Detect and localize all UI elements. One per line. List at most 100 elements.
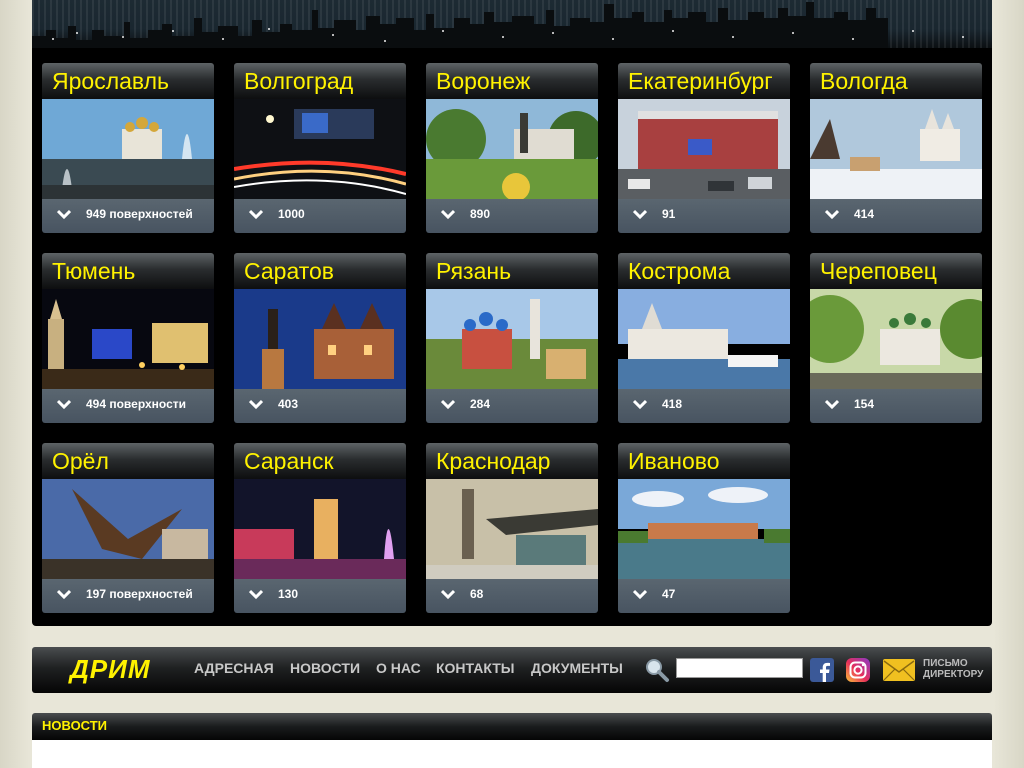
city-photo[interactable] bbox=[426, 99, 598, 199]
city-title[interactable]: Орёл bbox=[42, 443, 214, 479]
city-card-ryazan[interactable]: Рязань 284 bbox=[426, 253, 598, 423]
chevron-down-icon bbox=[441, 209, 455, 220]
surface-count: 949 поверхностей bbox=[86, 207, 193, 221]
city-count-row[interactable]: 130 bbox=[234, 579, 406, 613]
city-count-row[interactable]: 284 bbox=[426, 389, 598, 423]
surface-count: 403 bbox=[278, 397, 299, 411]
facebook-icon[interactable] bbox=[810, 658, 834, 682]
chevron-down-icon bbox=[633, 399, 647, 410]
city-photo[interactable] bbox=[810, 289, 982, 389]
city-card-volgograd[interactable]: Волгоград 1000 bbox=[234, 63, 406, 233]
city-count-row[interactable]: 68 bbox=[426, 579, 598, 613]
city-card-ekaterinburg[interactable]: Екатеринбург 91 bbox=[618, 63, 790, 233]
city-card-saratov[interactable]: Саратов 403 bbox=[234, 253, 406, 423]
surface-count: 197 поверхностей bbox=[86, 587, 193, 601]
letter-label-line2: ДИРЕКТОРУ bbox=[923, 669, 984, 680]
city-photo[interactable] bbox=[42, 99, 214, 199]
city-title[interactable]: Волгоград bbox=[234, 63, 406, 99]
nav-item-contacts[interactable]: КОНТАКТЫ bbox=[436, 660, 514, 676]
city-count-row[interactable]: 403 bbox=[234, 389, 406, 423]
city-count-row[interactable]: 1000 bbox=[234, 199, 406, 233]
city-title[interactable]: Иваново bbox=[618, 443, 790, 479]
city-title[interactable]: Екатеринбург bbox=[618, 63, 790, 99]
surface-count: 890 bbox=[470, 207, 491, 221]
nav-item-address[interactable]: АДРЕСНАЯ bbox=[194, 660, 274, 676]
chevron-down-icon bbox=[441, 399, 455, 410]
chevron-down-icon bbox=[57, 399, 71, 410]
surface-count: 68 bbox=[470, 587, 484, 601]
city-count-row[interactable]: 494 поверхности bbox=[42, 389, 214, 423]
city-count-row[interactable]: 91 bbox=[618, 199, 790, 233]
city-photo[interactable] bbox=[426, 289, 598, 389]
city-card-saransk[interactable]: Саранск 130 bbox=[234, 443, 406, 613]
city-count-row[interactable]: 197 поверхностей bbox=[42, 579, 214, 613]
chevron-down-icon bbox=[825, 209, 839, 220]
city-photo[interactable] bbox=[810, 99, 982, 199]
city-photo[interactable] bbox=[618, 99, 790, 199]
city-card-orel[interactable]: Орёл 197 поверхностей bbox=[42, 443, 214, 613]
letter-label-line1: ПИСЬМО bbox=[923, 658, 968, 669]
city-card-vologda[interactable]: Вологда 414 bbox=[810, 63, 982, 233]
city-title[interactable]: Рязань bbox=[426, 253, 598, 289]
city-card-ivanovo[interactable]: Иваново 47 bbox=[618, 443, 790, 613]
city-count-row[interactable]: 414 bbox=[810, 199, 982, 233]
city-photo[interactable] bbox=[618, 289, 790, 389]
chevron-down-icon bbox=[249, 209, 263, 220]
chevron-down-icon bbox=[249, 399, 263, 410]
city-title[interactable]: Воронеж bbox=[426, 63, 598, 99]
city-title[interactable]: Краснодар bbox=[426, 443, 598, 479]
nav-item-documents[interactable]: ДОКУМЕНТЫ bbox=[531, 660, 623, 676]
city-title[interactable]: Тюмень bbox=[42, 253, 214, 289]
city-title[interactable]: Череповец bbox=[810, 253, 982, 289]
search-icon[interactable] bbox=[644, 657, 670, 683]
search-input[interactable] bbox=[676, 658, 803, 678]
city-photo[interactable] bbox=[234, 289, 406, 389]
city-count-row[interactable]: 890 bbox=[426, 199, 598, 233]
surface-count: 284 bbox=[470, 397, 491, 411]
nav-item-news[interactable]: НОВОСТИ bbox=[290, 660, 360, 676]
chevron-down-icon bbox=[441, 589, 455, 600]
city-title[interactable]: Саранск bbox=[234, 443, 406, 479]
instagram-icon[interactable] bbox=[846, 658, 870, 682]
city-title[interactable]: Ярославль bbox=[42, 63, 214, 99]
surface-count: 91 bbox=[662, 207, 676, 221]
nav-item-about[interactable]: О НАС bbox=[376, 660, 421, 676]
city-count-row[interactable]: 47 bbox=[618, 579, 790, 613]
site-logo[interactable]: ДРИМ bbox=[70, 654, 150, 685]
city-photo[interactable] bbox=[426, 479, 598, 579]
city-title[interactable]: Саратов bbox=[234, 253, 406, 289]
city-card-tyumen[interactable]: Тюмень 494 поверхности bbox=[42, 253, 214, 423]
surface-count: 130 bbox=[278, 587, 299, 601]
city-title[interactable]: Кострома bbox=[618, 253, 790, 289]
city-photo[interactable] bbox=[234, 479, 406, 579]
chevron-down-icon bbox=[825, 399, 839, 410]
city-card-yaroslavl[interactable]: Ярославль 949 поверхностей bbox=[42, 63, 214, 233]
city-count-row[interactable]: 154 bbox=[810, 389, 982, 423]
news-content bbox=[32, 740, 992, 768]
surface-count: 1000 bbox=[278, 207, 305, 221]
news-header: НОВОСТИ bbox=[32, 713, 992, 740]
surface-count: 418 bbox=[662, 397, 683, 411]
city-photo[interactable] bbox=[618, 479, 790, 579]
city-card-cherepovets[interactable]: Череповец 154 bbox=[810, 253, 982, 423]
city-photo[interactable] bbox=[42, 479, 214, 579]
city-card-kostroma[interactable]: Кострома 418 bbox=[618, 253, 790, 423]
chevron-down-icon bbox=[249, 589, 263, 600]
skyline-banner bbox=[32, 0, 992, 48]
letter-to-director-link[interactable]: ПИСЬМО ДИРЕКТОРУ bbox=[923, 658, 993, 680]
city-photo[interactable] bbox=[234, 99, 406, 199]
city-card-voronezh[interactable]: Воронеж 890 bbox=[426, 63, 598, 233]
main-navbar: ДРИМ АДРЕСНАЯ НОВОСТИ О НАС КОНТАКТЫ ДОК… bbox=[32, 647, 992, 693]
chevron-down-icon bbox=[57, 589, 71, 600]
city-count-row[interactable]: 418 bbox=[618, 389, 790, 423]
city-title[interactable]: Вологда bbox=[810, 63, 982, 99]
surface-count: 414 bbox=[854, 207, 875, 221]
city-card-krasnodar[interactable]: Краснодар 68 bbox=[426, 443, 598, 613]
chevron-down-icon bbox=[57, 209, 71, 220]
city-count-row[interactable]: 949 поверхностей bbox=[42, 199, 214, 233]
surface-count: 47 bbox=[662, 587, 676, 601]
city-photo[interactable] bbox=[42, 289, 214, 389]
chevron-down-icon bbox=[633, 589, 647, 600]
mail-icon[interactable] bbox=[883, 659, 915, 681]
chevron-down-icon bbox=[633, 209, 647, 220]
